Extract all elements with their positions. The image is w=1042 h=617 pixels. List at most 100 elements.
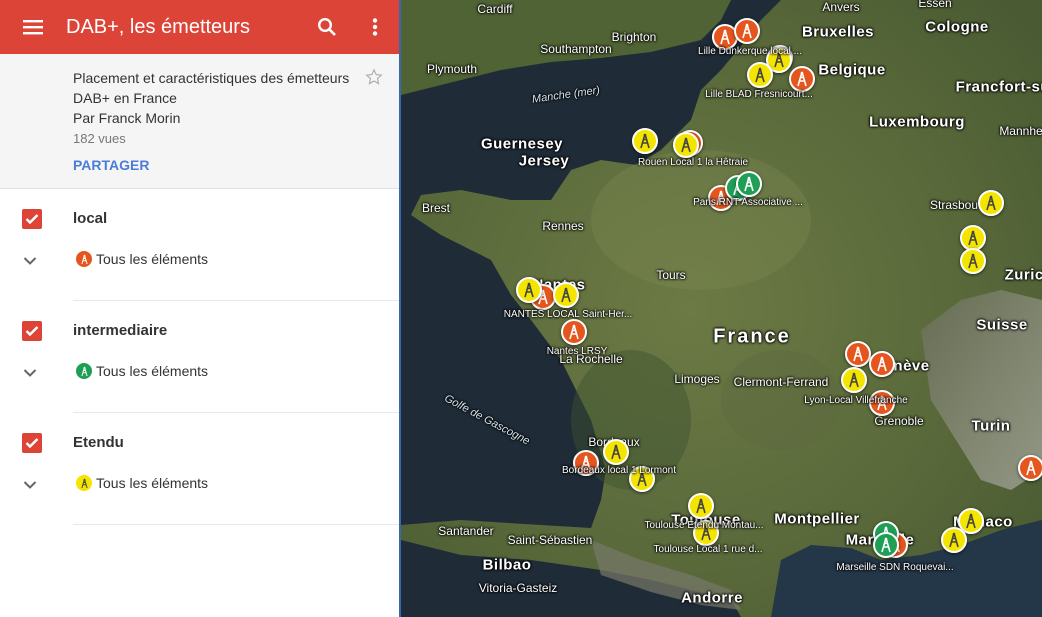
top-bar: DAB+, les émetteurs: [0, 0, 399, 54]
layer-etendu: Etendu Tous les éléments: [22, 413, 399, 525]
map-label-country: France: [713, 325, 791, 348]
layer-checkbox[interactable]: [22, 209, 42, 229]
expand-layer-button[interactable]: [23, 477, 37, 495]
chevron-down-icon: [23, 369, 37, 377]
more-vert-icon: [372, 18, 378, 36]
marker-label[interactable]: Toulouse Local 1 rue d...: [654, 544, 763, 555]
marker-label[interactable]: Rouen Local 1 la Hêtraie: [638, 157, 748, 168]
marker-label[interactable]: Marseille SDN Roquevai...: [836, 562, 953, 573]
transmitter-marker-local[interactable]: [869, 351, 895, 377]
transmitter-icon: [611, 444, 621, 460]
transmitter-marker-local[interactable]: [561, 319, 587, 345]
transmitter-icon: [744, 176, 754, 192]
layer-local: local Tous les éléments: [22, 189, 399, 301]
checkmark-icon: [25, 438, 39, 449]
transmitter-icon: [797, 71, 807, 87]
layer-items-label: Tous les éléments: [96, 251, 209, 267]
marker-label[interactable]: Lyon-Local Villefranche: [804, 395, 907, 406]
expand-layer-button[interactable]: [23, 365, 37, 383]
map-label-city: Rennes: [542, 219, 584, 233]
map-label-city: Mannhe: [999, 124, 1042, 138]
map-view[interactable]: Cardiff Brighton Southampton Plymouth Manche…: [401, 0, 1042, 617]
transmitter-marker-etendu[interactable]: [603, 439, 629, 465]
more-options-button[interactable]: [351, 0, 399, 54]
star-button[interactable]: [365, 68, 383, 91]
map-label-city: Vitoria-Gasteiz: [478, 581, 558, 595]
star-outline-icon: [365, 68, 383, 85]
map-label-big: Bruxelles: [801, 23, 875, 41]
layer-all-items[interactable]: Tous les éléments: [76, 251, 208, 267]
transmitter-icon: [561, 287, 571, 303]
map-label-big: Cologne: [925, 18, 989, 36]
map-label-city: Strasbou: [929, 198, 979, 212]
marker-label[interactable]: Lille Dunkerque local ...: [698, 46, 802, 57]
transmitter-marker-etendu[interactable]: [941, 527, 967, 553]
transmitter-marker-etendu[interactable]: [553, 282, 579, 308]
map-author: Par Franck Morin: [73, 110, 181, 126]
map-label-city: Anvers: [822, 0, 860, 14]
map-description: Placement et caractéristiques des émette…: [73, 70, 350, 106]
share-button[interactable]: PARTAGER: [73, 157, 149, 173]
layer-name: local: [73, 210, 108, 227]
transmitter-icon: [849, 372, 859, 388]
transmitter-marker-intermediaire[interactable]: [736, 171, 762, 197]
transmitter-marker-local[interactable]: [845, 341, 871, 367]
map-label-big: Jersey: [518, 152, 570, 170]
layer-all-items[interactable]: Tous les éléments: [76, 363, 208, 379]
map-title: DAB+, les émetteurs: [66, 15, 250, 38]
transmitter-icon: [755, 67, 765, 83]
app-window: DAB+, les émetteurs Placement et caracté…: [0, 0, 1042, 617]
transmitter-icon: [696, 498, 706, 514]
transmitter-icon: [742, 23, 752, 39]
transmitter-icon: [76, 475, 92, 491]
transmitter-marker-local[interactable]: [1018, 455, 1042, 481]
menu-button[interactable]: [0, 0, 66, 54]
layer-checkbox[interactable]: [22, 433, 42, 453]
transmitter-marker-etendu[interactable]: [673, 132, 699, 158]
marker-label[interactable]: Paris RNT Associative ...: [693, 197, 803, 208]
layer-checkbox[interactable]: [22, 321, 42, 341]
search-icon: [317, 17, 336, 36]
map-label-big: Turin: [971, 417, 1011, 435]
map-label-big: Montpellier: [774, 510, 860, 528]
marker-label[interactable]: Nantes LRSY: [547, 346, 608, 357]
transmitter-icon: [881, 537, 891, 553]
expand-layer-button[interactable]: [23, 253, 37, 271]
map-label-city: Plymouth: [426, 62, 478, 76]
transmitter-marker-intermediaire[interactable]: [873, 532, 899, 558]
view-count: 182 vues: [73, 131, 126, 146]
map-label-city: Brighton: [611, 30, 657, 44]
transmitter-marker-etendu[interactable]: [516, 277, 542, 303]
map-label-city: Cardiff: [477, 2, 513, 16]
marker-label[interactable]: Toulouse Etendu Montau...: [645, 520, 764, 531]
transmitter-icon: [877, 356, 887, 372]
search-button[interactable]: [303, 0, 351, 54]
layer-all-items[interactable]: Tous les éléments: [76, 475, 208, 491]
transmitter-icon: [720, 29, 730, 45]
map-info: Placement et caractéristiques des émette…: [0, 54, 399, 189]
transmitter-marker-local[interactable]: [734, 18, 760, 44]
transmitter-icon: [640, 133, 650, 149]
transmitter-marker-etendu[interactable]: [978, 190, 1004, 216]
layer-list: local Tous les éléments intermediaire Tous …: [0, 189, 399, 525]
transmitter-marker-etendu[interactable]: [632, 128, 658, 154]
map-label-city: Essen: [918, 0, 952, 10]
map-label-city: Southampton: [540, 42, 612, 56]
transmitter-icon: [76, 251, 92, 267]
transmitter-marker-etendu[interactable]: [688, 493, 714, 519]
layer-items-label: Tous les éléments: [96, 475, 209, 491]
transmitter-icon: [524, 282, 534, 298]
map-label-city: Clermont-Ferrand: [733, 375, 829, 389]
map-label-big: Guernesey: [480, 135, 564, 153]
checkmark-icon: [25, 326, 39, 337]
checkmark-icon: [25, 214, 39, 225]
chevron-down-icon: [23, 481, 37, 489]
transmitter-marker-etendu[interactable]: [747, 62, 773, 88]
marker-label[interactable]: Lille BLAD Fresnicourt...: [705, 89, 813, 100]
transmitter-marker-etendu[interactable]: [960, 248, 986, 274]
marker-label[interactable]: NANTES LOCAL Saint-Her...: [504, 309, 633, 320]
transmitter-marker-etendu[interactable]: [841, 367, 867, 393]
map-label-big: Andorre: [681, 589, 743, 607]
map-label-big: Luxembourg: [869, 113, 965, 131]
marker-label[interactable]: Bordeaux local 1 Lormont: [562, 465, 676, 476]
